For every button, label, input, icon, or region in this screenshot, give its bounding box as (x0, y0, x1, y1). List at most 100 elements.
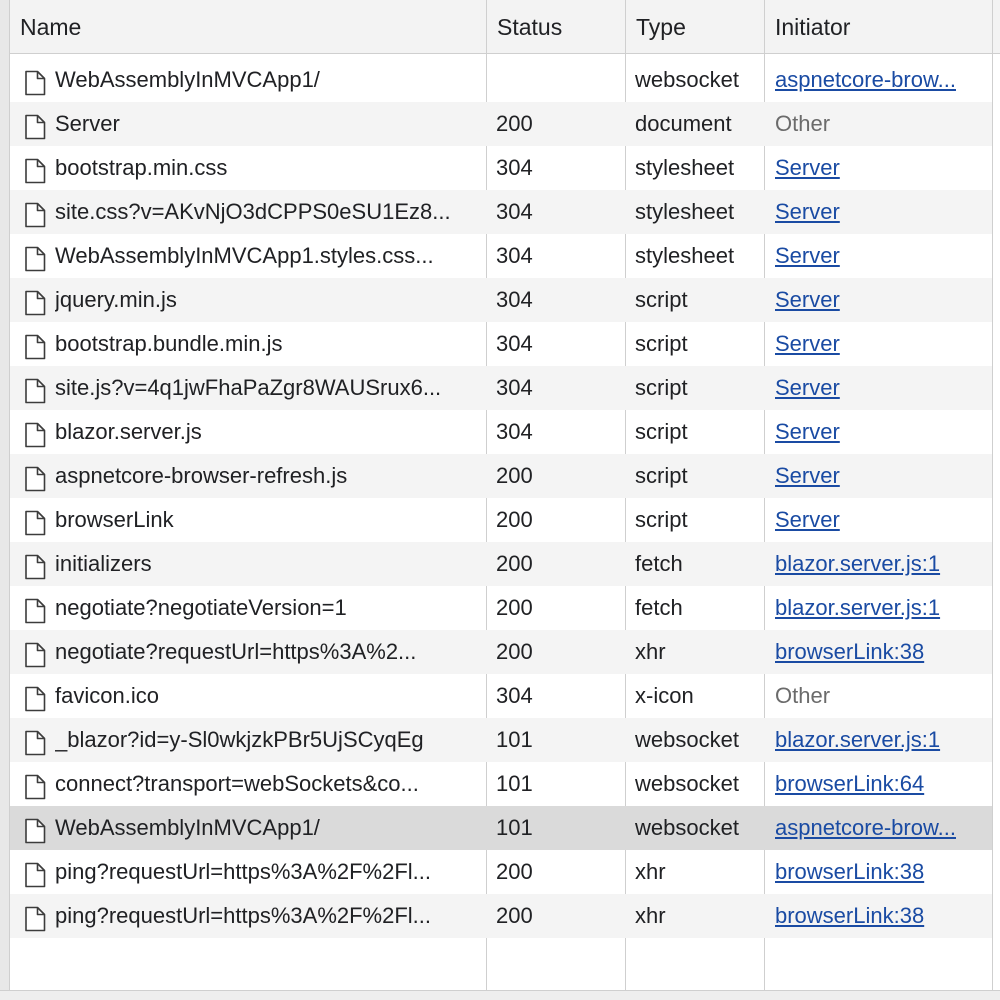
request-status: 200 (496, 639, 533, 664)
request-row[interactable]: browserLink 200 script Server (10, 498, 992, 542)
request-row[interactable]: WebAssemblyInMVCApp1.styles.css... 304 sty… (10, 234, 992, 278)
initiator-link[interactable]: Server (775, 243, 840, 268)
file-icon (24, 859, 46, 888)
request-name-cell[interactable]: connect?transport=webSockets&co... (24, 762, 486, 806)
initiator-link[interactable]: browserLink:64 (775, 771, 924, 796)
request-name-cell[interactable]: bootstrap.min.css (24, 146, 486, 190)
request-row[interactable]: site.css?v=AKvNjO3dCPPS0eSU1Ez8... 304 sty… (10, 190, 992, 234)
file-icon (24, 111, 46, 140)
request-name-cell[interactable]: negotiate?requestUrl=https%3A%2... (24, 630, 486, 674)
request-row[interactable]: bootstrap.bundle.min.js 304 script Server (10, 322, 992, 366)
request-row[interactable]: blazor.server.js 304 script Server (10, 410, 992, 454)
request-type: script (635, 419, 688, 444)
request-name-cell[interactable]: ping?requestUrl=https%3A%2F%2Fl... (24, 850, 486, 894)
request-row[interactable]: _blazor?id=y-Sl0wkjzkPBr5UjSCyqEg 101 webs… (10, 718, 992, 762)
column-divider[interactable] (992, 0, 993, 990)
request-row[interactable]: bootstrap.min.css 304 stylesheet Server (10, 146, 992, 190)
request-row[interactable]: negotiate?negotiateVersion=1 200 fetch blaz… (10, 586, 992, 630)
request-name-cell[interactable]: WebAssemblyInMVCApp1/ (24, 806, 486, 850)
request-name[interactable]: bootstrap.bundle.min.js (55, 322, 282, 366)
request-row[interactable]: ping?requestUrl=https%3A%2F%2Fl... 200 xhr… (10, 894, 992, 938)
request-name[interactable]: WebAssemblyInMVCApp1/ (55, 58, 320, 102)
request-type: xhr (635, 903, 666, 928)
request-name-cell[interactable]: aspnetcore-browser-refresh.js (24, 454, 486, 498)
request-name[interactable]: jquery.min.js (55, 278, 177, 322)
request-name-cell[interactable]: negotiate?negotiateVersion=1 (24, 586, 486, 630)
initiator-link[interactable]: Server (775, 375, 840, 400)
request-name[interactable]: browserLink (55, 498, 174, 542)
file-icon (24, 595, 46, 624)
request-name-cell[interactable]: WebAssemblyInMVCApp1/ (24, 58, 486, 102)
request-name[interactable]: WebAssemblyInMVCApp1.styles.css... (55, 234, 434, 278)
initiator-link[interactable]: blazor.server.js:1 (775, 595, 940, 620)
initiator-link[interactable]: browserLink:38 (775, 859, 924, 884)
request-name[interactable]: Server (55, 102, 120, 146)
request-name[interactable]: initializers (55, 542, 152, 586)
request-name-cell[interactable]: Server (24, 102, 486, 146)
column-header-type[interactable]: Type (636, 0, 686, 54)
request-row[interactable]: negotiate?requestUrl=https%3A%2... 200 xhr… (10, 630, 992, 674)
request-initiator-cell: Server (775, 190, 990, 234)
request-name-cell[interactable]: browserLink (24, 498, 486, 542)
request-name-cell[interactable]: favicon.ico (24, 674, 486, 718)
initiator-link[interactable]: Server (775, 331, 840, 356)
initiator-link[interactable]: browserLink:38 (775, 903, 924, 928)
initiator-link[interactable]: browserLink:38 (775, 639, 924, 664)
request-initiator-cell: aspnetcore-brow... (775, 58, 990, 102)
request-name-cell[interactable]: site.js?v=4q1jwFhaPaZgr8WAUSrux6... (24, 366, 486, 410)
request-name[interactable]: _blazor?id=y-Sl0wkjzkPBr5UjSCyqEg (55, 718, 424, 762)
request-name-cell[interactable]: site.css?v=AKvNjO3dCPPS0eSU1Ez8... (24, 190, 486, 234)
request-name-cell[interactable]: jquery.min.js (24, 278, 486, 322)
column-header-initiator[interactable]: Initiator (775, 0, 850, 54)
initiator-link[interactable]: blazor.server.js:1 (775, 727, 940, 752)
request-status: 200 (496, 903, 533, 928)
initiator-text: Other (775, 111, 831, 136)
initiator-link[interactable]: aspnetcore-brow... (775, 67, 956, 92)
request-status: 200 (496, 595, 533, 620)
request-name[interactable]: connect?transport=webSockets&co... (55, 762, 419, 806)
request-name-cell[interactable]: blazor.server.js (24, 410, 486, 454)
request-row[interactable]: favicon.ico 304 x-icon Other (10, 674, 992, 718)
initiator-link[interactable]: aspnetcore-brow... (775, 815, 956, 840)
initiator-link[interactable]: Server (775, 463, 840, 488)
request-row[interactable]: initializers 200 fetch blazor.server.js:1 (10, 542, 992, 586)
file-icon (24, 815, 46, 844)
request-name-cell[interactable]: _blazor?id=y-Sl0wkjzkPBr5UjSCyqEg (24, 718, 486, 762)
request-row[interactable]: WebAssemblyInMVCApp1/101 websocket aspnetc… (10, 806, 992, 850)
request-name[interactable]: favicon.ico (55, 674, 159, 718)
request-name-cell[interactable]: ping?requestUrl=https%3A%2F%2Fl... (24, 894, 486, 938)
request-name[interactable]: ping?requestUrl=https%3A%2F%2Fl... (55, 850, 431, 894)
request-name[interactable]: aspnetcore-browser-refresh.js (55, 454, 347, 498)
request-name[interactable]: negotiate?negotiateVersion=1 (55, 586, 347, 630)
request-name-cell[interactable]: WebAssemblyInMVCApp1.styles.css... (24, 234, 486, 278)
initiator-link[interactable]: Server (775, 419, 840, 444)
request-type: websocket (635, 727, 739, 752)
request-name-cell[interactable]: initializers (24, 542, 486, 586)
initiator-link[interactable]: Server (775, 507, 840, 532)
request-name[interactable]: site.css?v=AKvNjO3dCPPS0eSU1Ez8... (55, 190, 451, 234)
request-name[interactable]: blazor.server.js (55, 410, 202, 454)
initiator-link[interactable]: Server (775, 199, 840, 224)
request-name[interactable]: ping?requestUrl=https%3A%2F%2Fl... (55, 894, 431, 938)
request-name[interactable]: negotiate?requestUrl=https%3A%2... (55, 630, 416, 674)
request-type: script (635, 331, 688, 356)
table-header: Name Status Type Initiator (10, 0, 1000, 54)
column-header-name[interactable]: Name (20, 0, 81, 54)
request-name[interactable]: bootstrap.min.css (55, 146, 227, 190)
column-header-status[interactable]: Status (497, 0, 562, 54)
request-row[interactable]: jquery.min.js 304 script Server (10, 278, 992, 322)
request-name[interactable]: site.js?v=4q1jwFhaPaZgr8WAUSrux6... (55, 366, 441, 410)
initiator-link[interactable]: blazor.server.js:1 (775, 551, 940, 576)
request-row[interactable]: Server 200 document Other (10, 102, 992, 146)
request-status: 200 (496, 111, 533, 136)
request-row[interactable]: ping?requestUrl=https%3A%2F%2Fl... 200 xhr… (10, 850, 992, 894)
request-row[interactable]: connect?transport=webSockets&co... 101 web… (10, 762, 992, 806)
request-row[interactable]: aspnetcore-browser-refresh.js 200 script Se… (10, 454, 992, 498)
request-row[interactable]: site.js?v=4q1jwFhaPaZgr8WAUSrux6... 304 sc… (10, 366, 992, 410)
request-name[interactable]: WebAssemblyInMVCApp1/ (55, 806, 320, 850)
request-initiator-cell: Server (775, 410, 990, 454)
request-row[interactable]: WebAssemblyInMVCApp1/websocket aspnetcore… (10, 58, 992, 102)
initiator-link[interactable]: Server (775, 287, 840, 312)
initiator-link[interactable]: Server (775, 155, 840, 180)
request-name-cell[interactable]: bootstrap.bundle.min.js (24, 322, 486, 366)
